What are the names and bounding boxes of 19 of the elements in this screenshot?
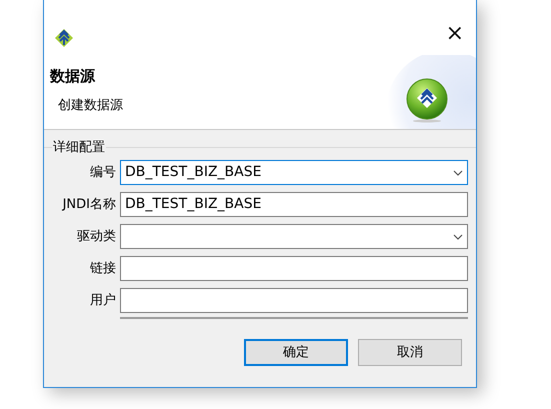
input-field[interactable] (120, 288, 468, 313)
close-button[interactable]: × (446, 26, 464, 42)
dialog-button[interactable]: 取消 (358, 339, 462, 366)
field-label: 编号 (89, 164, 116, 182)
dialog-button[interactable]: 确定 (244, 339, 348, 366)
combo-box[interactable]: DB_TEST_BIZ_BASE (120, 160, 468, 185)
combo-box[interactable] (120, 224, 468, 249)
input-field[interactable]: DB_TEST_BIZ_BASE (120, 192, 468, 217)
chevron-down-icon (453, 170, 463, 176)
dialog-subtitle: 创建数据源 (57, 96, 123, 114)
app-logo-icon (54, 28, 74, 48)
field-label: 用户 (89, 292, 116, 310)
app-logo-icon (405, 77, 449, 123)
field-label: 驱动类 (76, 228, 116, 246)
input-field[interactable] (120, 256, 468, 281)
chevron-down-icon (453, 234, 463, 240)
dialog-title: 数据源 (48, 66, 96, 87)
field-label: JNDI名称 (61, 196, 116, 214)
field-label: 链接 (89, 260, 116, 278)
